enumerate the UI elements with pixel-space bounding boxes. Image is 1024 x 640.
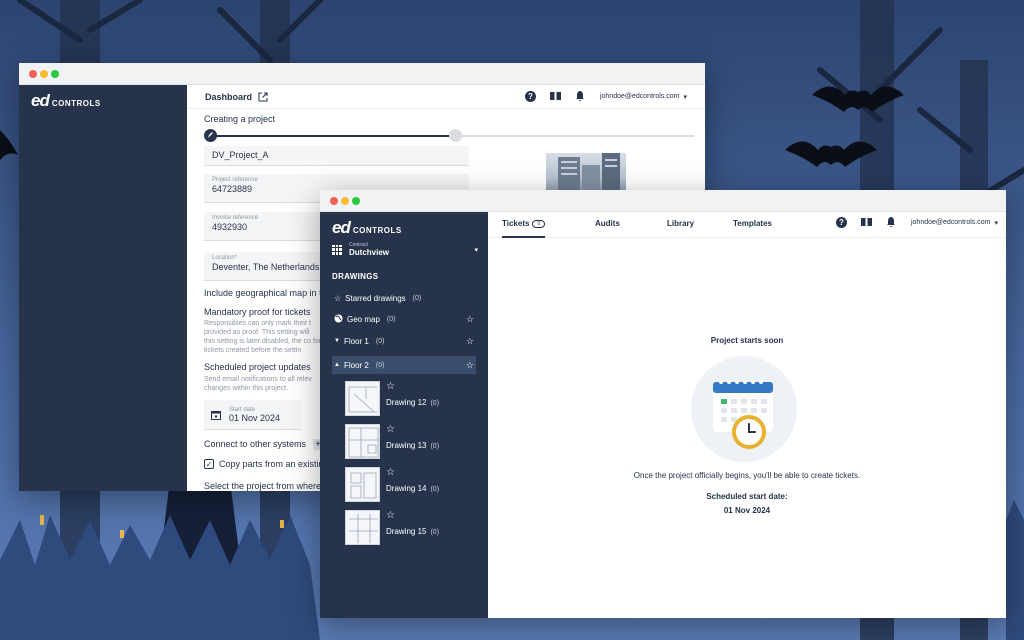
nav-floor-1[interactable]: ▼ Floor 1 (0) ☆: [332, 332, 476, 350]
checkmark-icon: ✓: [204, 459, 214, 469]
select-project-label: Select the project from where y: [204, 481, 329, 491]
proof-description: Responsibles can only mark their t provi…: [204, 320, 322, 354]
calendar-icon: [210, 409, 221, 420]
caret-up-icon: ▲: [334, 362, 340, 368]
bell-icon[interactable]: [575, 91, 586, 102]
star-outline-icon[interactable]: ☆: [386, 425, 439, 435]
drawing-item[interactable]: ☆ Drawing 14 (0): [345, 467, 465, 502]
stepper-progress-line: [212, 135, 449, 137]
drawing-item[interactable]: ☆ Drawing 15 (0): [345, 510, 465, 545]
tab-tickets[interactable]: Tickets 0: [502, 219, 546, 238]
updates-title: Scheduled project updates: [204, 362, 311, 372]
nav-geo-map[interactable]: Geo map (0) ☆: [332, 310, 476, 328]
tickets-count-badge: 0: [532, 220, 546, 228]
page-title: Creating a project: [204, 114, 276, 124]
minimize-window-button[interactable]: [40, 70, 48, 78]
project-tickets-window: ed CONTROLS Contract Dutchview ▾ DRAWING…: [320, 190, 1006, 618]
connect-systems-row: Connect to other systems +: [204, 439, 324, 450]
caret-down-icon: ▼: [334, 338, 340, 344]
progress-stepper: [204, 129, 694, 143]
tab-bar: Tickets 0 Audits Library Templates ? john…: [488, 212, 1006, 238]
drawing-thumbnail: [345, 467, 380, 502]
star-outline-icon: ☆: [334, 293, 342, 303]
copy-parts-checkbox[interactable]: ✓ Copy parts from an existing: [204, 459, 329, 469]
book-icon[interactable]: [860, 217, 872, 228]
grid-icon: [332, 244, 342, 255]
step-2-icon[interactable]: [449, 129, 462, 142]
globe-icon: [334, 314, 343, 325]
star-outline-icon[interactable]: ☆: [386, 511, 439, 521]
proof-title: Mandatory proof for tickets: [204, 307, 311, 317]
maximize-window-button[interactable]: [51, 70, 59, 78]
empty-state-message: Once the project officially begins, you'…: [633, 471, 861, 480]
tickets-main: Tickets 0 Audits Library Templates ? john…: [488, 212, 1006, 618]
project-name-field[interactable]: DV_Project_A: [204, 146, 469, 166]
minimize-window-button[interactable]: [341, 197, 349, 205]
drawing-thumbnail: [345, 381, 380, 416]
project-image: [546, 153, 626, 195]
star-outline-icon[interactable]: ☆: [466, 360, 474, 371]
caret-down-icon: ▾: [474, 246, 478, 254]
maximize-window-button[interactable]: [352, 197, 360, 205]
edcontrols-logo: ed CONTROLS: [332, 218, 402, 237]
star-outline-icon[interactable]: ☆: [466, 314, 474, 325]
drawing-item[interactable]: ☆ Drawing 13 (0): [345, 424, 465, 459]
caret-down-icon: ▾: [994, 219, 998, 227]
drawing-thumbnail: [345, 424, 380, 459]
start-date-field[interactable]: Start date 01 Nov 2024: [204, 400, 301, 430]
caret-down-icon: ▾: [683, 93, 687, 101]
edcontrols-logo: ed CONTROLS: [31, 91, 101, 110]
star-outline-icon[interactable]: ☆: [386, 468, 439, 478]
star-outline-icon[interactable]: ☆: [466, 336, 474, 347]
nav-starred-drawings[interactable]: ☆ Starred drawings (0): [332, 289, 476, 307]
tab-library[interactable]: Library: [667, 219, 694, 228]
scheduled-start-value: 01 Nov 2024: [723, 506, 771, 515]
calendar-clock-illustration: [689, 354, 799, 464]
scheduled-start-label: Scheduled start date:: [706, 492, 788, 501]
close-window-button[interactable]: [330, 197, 338, 205]
book-icon[interactable]: [549, 91, 561, 102]
window-titlebar: [19, 63, 705, 85]
close-window-button[interactable]: [29, 70, 37, 78]
star-outline-icon[interactable]: ☆: [386, 382, 439, 392]
drawing-item[interactable]: ☆ Drawing 12 (0): [345, 381, 465, 416]
bell-icon[interactable]: [886, 217, 897, 228]
drawing-thumbnail: [345, 510, 380, 545]
tab-audits[interactable]: Audits: [595, 219, 620, 228]
tab-templates[interactable]: Templates: [733, 219, 772, 228]
step-1-pencil-icon[interactable]: [204, 129, 217, 142]
user-menu[interactable]: johndoe@edcontrols.com ▾: [911, 219, 998, 227]
help-icon[interactable]: ?: [524, 91, 536, 102]
help-icon[interactable]: ?: [835, 217, 847, 228]
updates-description: Send email notifications to all relev ch…: [204, 376, 312, 392]
dashboard-link[interactable]: Dashboard: [205, 91, 268, 102]
nav-floor-2[interactable]: ▲ Floor 2 (0) ☆: [332, 356, 476, 374]
geo-map-option[interactable]: Include geographical map in th: [204, 288, 327, 298]
window-titlebar: [320, 190, 1006, 212]
stepper-track-line: [449, 135, 694, 137]
empty-state-title: Project starts soon: [710, 336, 784, 345]
drawings-section-title: DRAWINGS: [332, 272, 379, 281]
top-header: Dashboard ? johndoe@edcontrols.com ▾: [187, 85, 705, 109]
user-menu[interactable]: johndoe@edcontrols.com ▾: [600, 93, 687, 101]
drawings-sidebar: ed CONTROLS Contract Dutchview ▾ DRAWING…: [320, 212, 488, 618]
external-link-icon: [257, 91, 268, 102]
contract-selector[interactable]: Contract Dutchview ▾: [332, 242, 478, 257]
sidebar: ed CONTROLS: [19, 85, 187, 491]
